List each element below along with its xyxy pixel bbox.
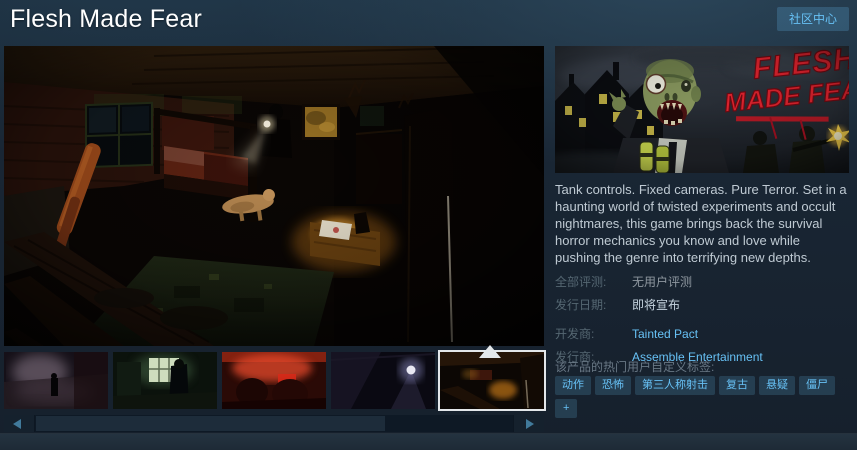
page-title: Flesh Made Fear <box>10 3 202 35</box>
scrollbar-track[interactable] <box>35 415 513 432</box>
meta-row-release-date: 发行日期: 即将宣布 <box>555 298 849 312</box>
tags-list: 动作 恐怖 第三人称射击 复古 悬疑 僵尸 + <box>555 376 849 418</box>
left-arrow-icon <box>13 419 21 429</box>
screenshot-thumbnail-5-selected[interactable] <box>440 352 544 409</box>
screenshot-thumbnail-4[interactable] <box>331 352 435 409</box>
tag-third-person-shooter[interactable]: 第三人称射击 <box>635 376 715 395</box>
right-arrow-icon <box>526 419 534 429</box>
reviews-value: 无用户评测 <box>632 275 692 289</box>
tag-retro[interactable]: 复古 <box>719 376 755 395</box>
scrollbar-thumb[interactable] <box>36 416 385 431</box>
app-header: Flesh Made Fear 社区中心 <box>0 0 857 40</box>
meta-row-developer: 开发商: Tainted Pact <box>555 327 849 341</box>
game-capsule-image: FLESH MADE FEAR <box>555 46 849 173</box>
release-date-label: 发行日期: <box>555 298 632 312</box>
scroll-right-button[interactable] <box>514 415 544 432</box>
thumbnail-scrollbar <box>4 415 544 432</box>
main-screenshot-image <box>4 46 544 346</box>
community-hub-button[interactable]: 社区中心 <box>777 7 849 31</box>
screenshot-thumbnail-3[interactable] <box>222 352 326 409</box>
tag-suspense[interactable]: 悬疑 <box>759 376 795 395</box>
tag-zombies[interactable]: 僵尸 <box>799 376 835 395</box>
screenshot-thumbnail-1[interactable] <box>4 352 108 409</box>
reviews-label: 全部评测: <box>555 275 632 289</box>
selected-thumbnail-caret <box>479 345 501 358</box>
game-description: Tank controls. Fixed cameras. Pure Terro… <box>555 181 849 266</box>
scroll-left-button[interactable] <box>4 415 34 432</box>
tag-action[interactable]: 动作 <box>555 376 591 395</box>
meta-row-reviews: 全部评测: 无用户评测 <box>555 275 849 289</box>
release-date-value: 即将宣布 <box>632 298 680 312</box>
game-info-sidebar: FLESH MADE FEAR Tank controls. Fixed cam… <box>555 46 849 450</box>
tag-horror[interactable]: 恐怖 <box>595 376 631 395</box>
add-tag-button[interactable]: + <box>555 399 577 418</box>
screenshot-thumbnail-2[interactable] <box>113 352 217 409</box>
tags-section-label: 该产品的热门用户自定义标签: <box>555 359 849 375</box>
screenshot-thumbnail-strip <box>4 352 544 409</box>
screenshot-player[interactable] <box>4 46 544 346</box>
developer-label: 开发商: <box>555 327 632 341</box>
developer-link[interactable]: Tainted Pact <box>632 327 698 341</box>
